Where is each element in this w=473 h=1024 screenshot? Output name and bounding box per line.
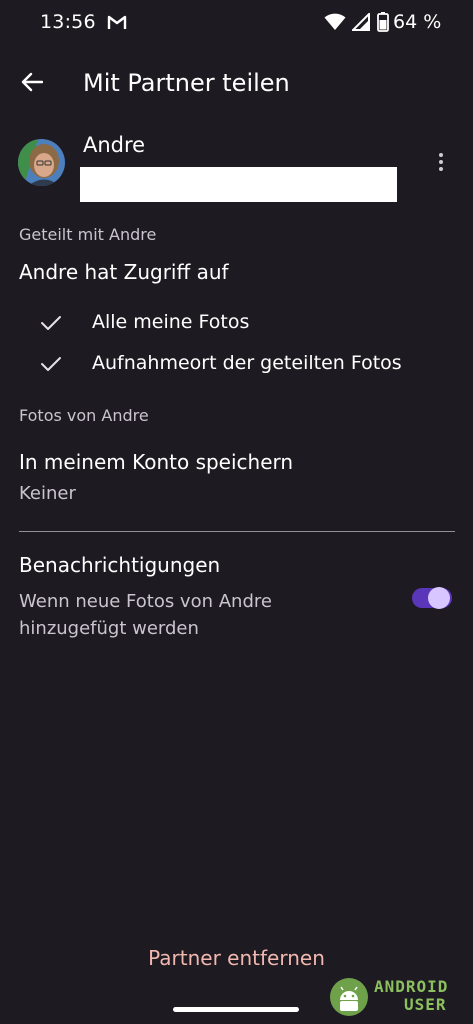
section-label-shared-with: Geteilt mit Andre xyxy=(19,225,157,244)
wifi-icon xyxy=(324,13,346,35)
section-label-photos-from: Fotos von Andre xyxy=(19,406,149,425)
check-icon xyxy=(40,355,62,377)
watermark: ANDROID USER xyxy=(328,975,468,1020)
more-vert-icon xyxy=(439,153,443,171)
partner-name: Andre xyxy=(83,133,146,157)
remove-partner-button[interactable]: Partner entfernen xyxy=(0,938,473,978)
gmail-icon xyxy=(107,14,127,34)
divider xyxy=(19,531,455,532)
home-indicator[interactable] xyxy=(173,1007,299,1012)
arrow-back-icon xyxy=(21,72,44,96)
save-to-account-setting[interactable]: In meinem Konto speichern Keiner xyxy=(0,446,473,516)
notifications-title: Benachrichtigungen xyxy=(19,553,221,577)
access-item-all-photos: Alle meine Fotos xyxy=(0,306,473,342)
access-item-location: Aufnahmeort der geteilten Fotos xyxy=(0,347,473,383)
redacted-email xyxy=(80,167,397,202)
access-item-label: Alle meine Fotos xyxy=(92,311,250,333)
toggle-thumb xyxy=(428,587,450,609)
screen: 13:56 64 % Mit Partner teilen Andre Gete… xyxy=(0,0,473,1024)
watermark-text: ANDROID USER xyxy=(374,978,448,1014)
save-to-account-title: In meinem Konto speichern xyxy=(19,450,294,474)
signal-icon xyxy=(350,11,370,35)
back-button[interactable] xyxy=(14,66,50,102)
watermark-line1: ANDROID xyxy=(374,977,449,996)
avatar[interactable] xyxy=(18,139,65,186)
status-bar: 13:56 64 % xyxy=(0,0,473,46)
page-title: Mit Partner teilen xyxy=(83,69,290,97)
more-options-button[interactable] xyxy=(427,146,455,178)
save-to-account-value: Keiner xyxy=(19,483,76,504)
notifications-description: Wenn neue Fotos von Andre hinzugefügt we… xyxy=(19,591,272,639)
notifications-toggle[interactable] xyxy=(412,587,452,609)
check-icon xyxy=(40,314,62,336)
android-logo-icon xyxy=(330,978,368,1016)
access-heading: Andre hat Zugriff auf xyxy=(19,260,229,284)
battery-percentage: 64 % xyxy=(393,11,442,33)
watermark-line2: USER xyxy=(404,995,447,1014)
access-item-label: Aufnahmeort der geteilten Fotos xyxy=(92,352,402,374)
status-time: 13:56 xyxy=(40,11,96,33)
battery-icon xyxy=(377,12,389,36)
